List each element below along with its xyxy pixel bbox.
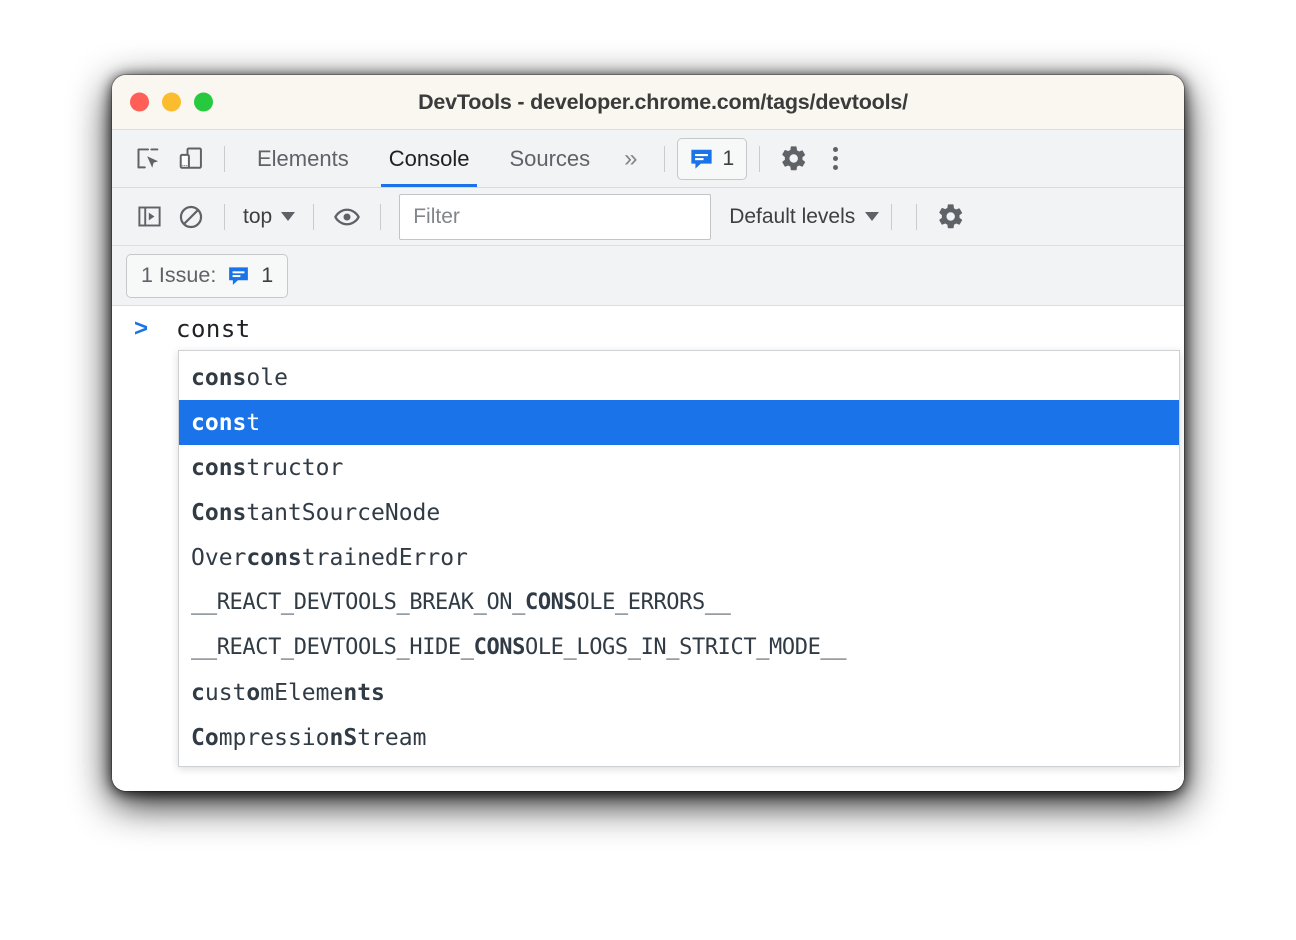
issues-bar: 1 Issue: 1 (112, 246, 1184, 306)
console-toolbar-divider-4 (891, 203, 893, 230)
issue-count: 1 (261, 263, 274, 287)
device-toolbar-button[interactable] (170, 138, 212, 180)
issues-badge-button[interactable]: 1 (676, 137, 748, 180)
log-level-selector[interactable]: Default levels (729, 204, 880, 229)
clear-console-icon (179, 205, 203, 228)
chevron-down-icon (281, 212, 296, 221)
tabbar-divider (224, 145, 225, 172)
console-toolbar-divider-2 (313, 203, 315, 230)
kebab-menu-icon (832, 147, 838, 170)
console-toolbar-divider-3 (380, 203, 382, 230)
autocomplete-item[interactable]: cons t (179, 400, 1179, 445)
device-toolbar-icon (179, 147, 202, 169)
issues-count: 1 (722, 146, 735, 170)
console-sidebar-toggle-button[interactable] (128, 196, 170, 238)
issue-summary-button[interactable]: 1 Issue: 1 (126, 253, 289, 298)
autocomplete-item[interactable]: Over cons trainedError (179, 535, 1179, 580)
issue-bubble-icon (229, 267, 249, 285)
tabbar-divider-3 (759, 145, 761, 172)
close-window-button[interactable] (130, 92, 149, 112)
devtools-main-menu-button[interactable] (814, 138, 856, 180)
more-tabs-button[interactable]: » (610, 130, 651, 187)
tab-elements[interactable]: Elements (237, 130, 369, 187)
autocomplete-item[interactable]: cons ole (179, 355, 1179, 400)
execution-context-label: top (243, 204, 273, 228)
autocomplete-item[interactable]: __REACT_DEVTOOLS_HIDE_ CONS OLE_LOGS_IN_ST… (179, 625, 1179, 670)
console-toolbar-divider-5 (916, 203, 918, 230)
autocomplete-item[interactable]: __REACT_DEVTOOLS_BREAK_ON_ CONS OLE_ERRORS… (179, 580, 1179, 625)
autocomplete-dropdown[interactable]: cons ole cons t cons tructor Cons tantSourceNod… (178, 350, 1180, 767)
console-body: > const cons ole cons t cons tructor Cons tantS… (112, 306, 1184, 791)
window-titlebar: DevTools - developer.chrome.com/tags/dev… (112, 75, 1184, 130)
traffic-light-buttons (130, 92, 213, 112)
prompt-arrow-icon: > (134, 315, 149, 342)
live-expression-button[interactable] (326, 196, 368, 238)
devtools-settings-button[interactable] (772, 138, 814, 180)
filter-input[interactable]: Filter (399, 193, 712, 240)
tab-sources[interactable]: Sources (489, 130, 610, 187)
log-level-label: Default levels (729, 204, 856, 228)
inspect-element-icon (137, 147, 159, 168)
autocomplete-item[interactable]: Cons tantSourceNode (179, 490, 1179, 535)
devtools-window: DevTools - developer.chrome.com/tags/dev… (112, 75, 1184, 791)
panel-tabs: Elements Console Sources (237, 130, 610, 187)
live-expression-eye-icon (334, 208, 361, 225)
devtools-tabbar: Elements Console Sources » 1 (112, 130, 1184, 188)
console-prompt-row[interactable]: > const (112, 306, 1184, 352)
tab-console[interactable]: Console (369, 130, 490, 187)
issues-bubble-icon (690, 149, 712, 169)
console-sidebar-icon (137, 206, 161, 227)
inspect-element-button[interactable] (128, 138, 170, 180)
execution-context-selector[interactable]: top (237, 205, 301, 229)
gear-icon (781, 146, 805, 171)
console-toolbar-divider (224, 203, 225, 230)
issue-summary-label: 1 Issue: (141, 263, 217, 287)
screenshot-root: DevTools - developer.chrome.com/tags/dev… (0, 0, 1296, 940)
console-input[interactable]: const (176, 315, 251, 343)
console-settings-button[interactable] (929, 196, 971, 238)
window-title: DevTools - developer.chrome.com/tags/dev… (418, 89, 908, 114)
console-toolbar: top Filter Default levels (112, 188, 1184, 246)
console-settings-gear-icon (939, 204, 962, 229)
clear-console-button[interactable] (170, 196, 212, 238)
autocomplete-item[interactable]: Co mpressio n Stream (179, 715, 1179, 760)
minimize-window-button[interactable] (162, 92, 181, 112)
autocomplete-item[interactable]: cons tructor (179, 445, 1179, 490)
autocomplete-item[interactable]: c ust o mEleme nts (179, 670, 1179, 715)
tabbar-divider-2 (663, 145, 665, 172)
chevron-down-icon-levels (865, 212, 880, 221)
maximize-window-button[interactable] (194, 92, 213, 112)
